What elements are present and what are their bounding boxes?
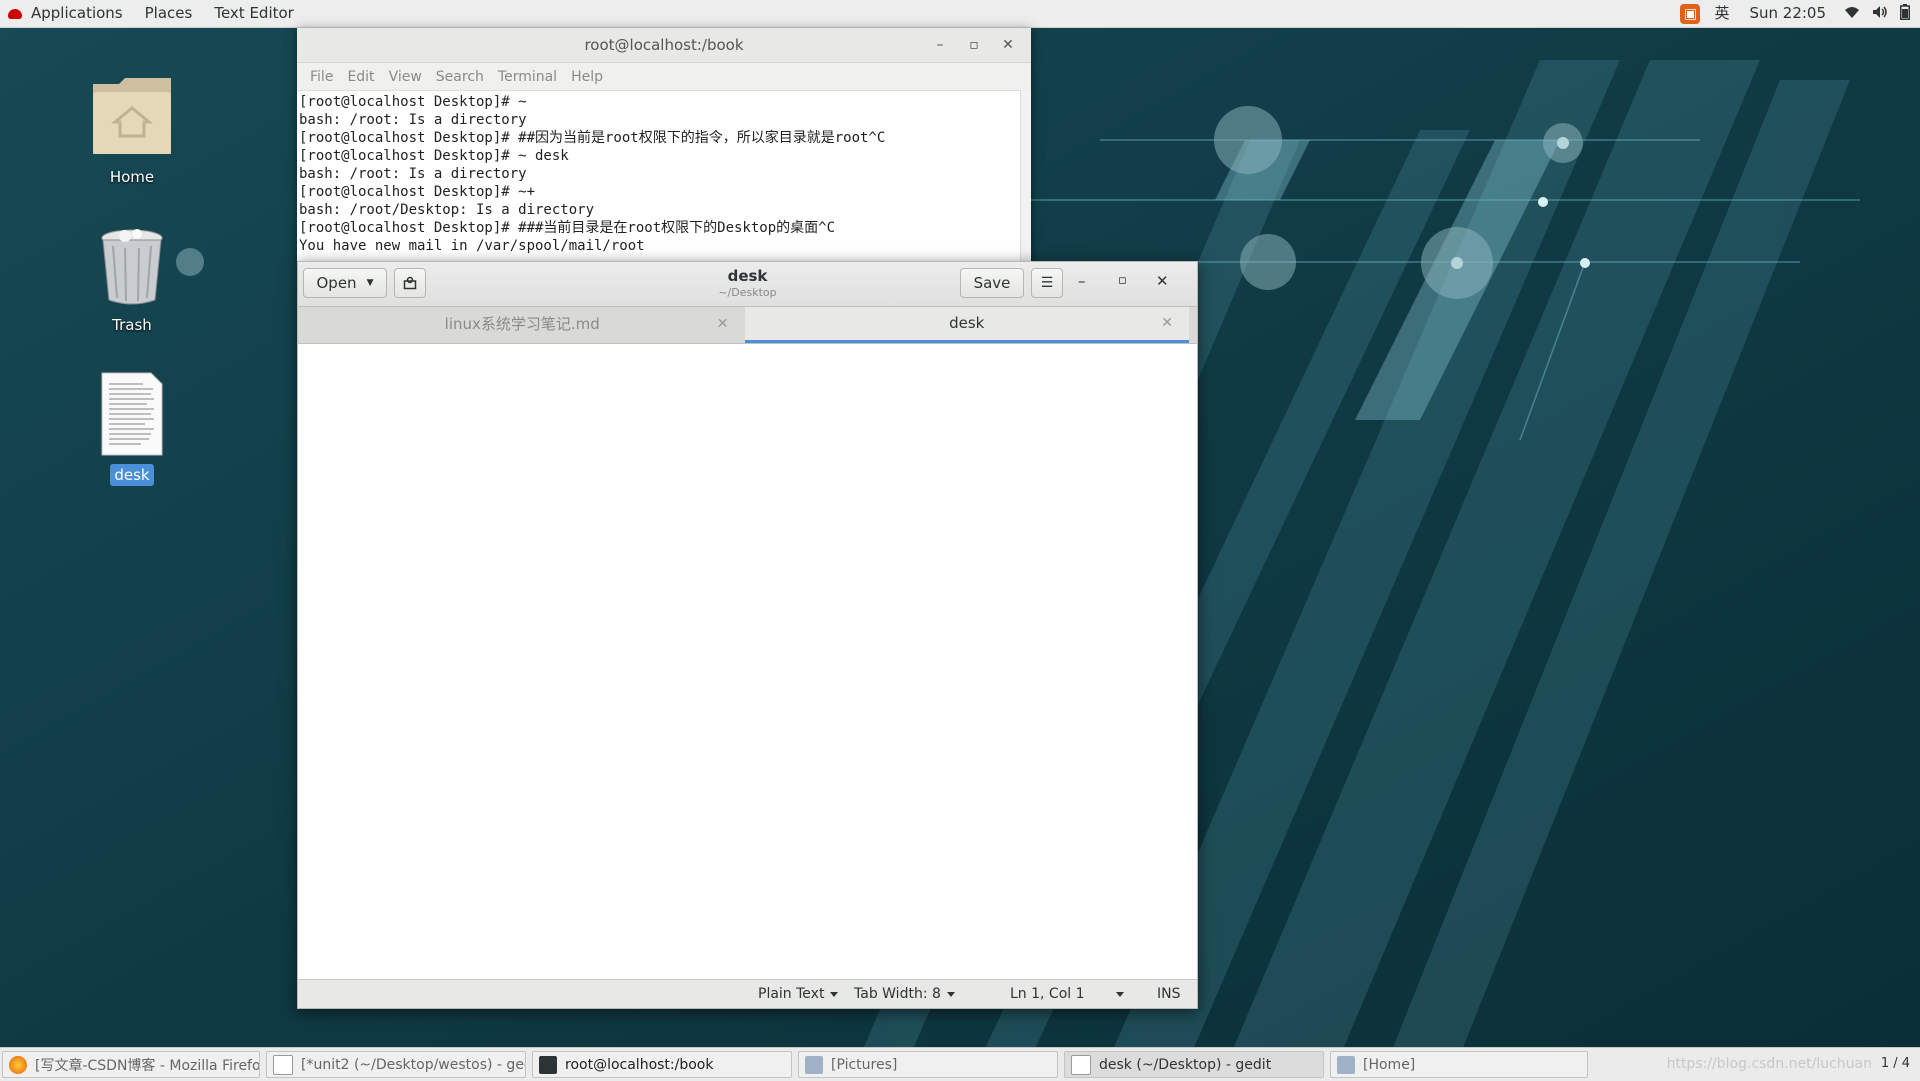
terminal-titlebar[interactable]: root@localhost:/book – ▫ ✕ (297, 28, 1031, 63)
gedit-headerbar[interactable]: Open ▼ desk ~/Desktop Save ☰ – ▫ ✕ (298, 262, 1197, 307)
menu-file[interactable]: File (303, 69, 340, 85)
home-folder-icon (93, 78, 171, 154)
task-firefox[interactable]: [写文章-CSDN博客 - Mozilla Firefox] (2, 1051, 260, 1078)
taskbar: [写文章-CSDN博客 - Mozilla Firefox] [*unit2 (… (0, 1047, 1920, 1081)
task-home[interactable]: [Home] (1330, 1051, 1588, 1078)
cursor-position[interactable]: Ln 1, Col 1 (1010, 986, 1085, 1002)
gedit-statusbar: Plain Text Tab Width: 8 Ln 1, Col 1 INS (298, 979, 1197, 1008)
applications-label: Applications (31, 4, 123, 22)
text-file-icon (101, 372, 163, 456)
input-method-icon[interactable]: ▣ (1680, 3, 1701, 24)
document-tabs: linux系统学习笔记.md ✕ desk ✕ (298, 307, 1197, 344)
gedit-icon (1071, 1054, 1091, 1075)
terminal-line: bash: /root/Desktop: Is a directory (299, 202, 595, 218)
menu-terminal[interactable]: Terminal (491, 69, 564, 85)
terminal-output[interactable]: [root@localhost Desktop]# ~ bash: /root: … (297, 91, 1031, 259)
input-method-indicator[interactable]: 英 (1706, 0, 1737, 27)
hamburger-menu-button[interactable]: ☰ (1031, 268, 1063, 298)
task-label: [写文章-CSDN博客 - Mozilla Firefox] (35, 1057, 260, 1074)
tab-width-selector[interactable]: Tab Width: 8 (854, 986, 955, 1002)
terminal-menubar: File Edit View Search Terminal Help (297, 63, 1031, 91)
volume-icon[interactable] (1872, 5, 1888, 23)
position-menu-button[interactable] (1110, 986, 1124, 1002)
folder-icon (805, 1055, 823, 1074)
task-label: [Home] (1363, 1056, 1416, 1073)
close-icon[interactable]: ✕ (1161, 307, 1173, 339)
close-icon[interactable]: ✕ (1156, 272, 1169, 290)
task-label: desk (~/Desktop) - gedit (1099, 1056, 1272, 1073)
terminal-line: [root@localhost Desktop]# ##因为当前是root权限下… (299, 130, 886, 146)
text-editor-area[interactable] (298, 344, 1197, 977)
clock[interactable]: Sun 22:05 (1737, 0, 1838, 27)
task-label: root@localhost:/book (565, 1056, 714, 1073)
terminal-line: bash: /root: Is a directory (299, 166, 527, 182)
desktop-icon-label: desk (110, 464, 154, 486)
desktop-icon-trash[interactable]: Trash (72, 226, 192, 336)
desktop-icon-label: Trash (112, 316, 152, 334)
terminal-line: [root@localhost Desktop]# ~ (299, 94, 527, 110)
terminal-line: [root@localhost Desktop]# ~+ (299, 184, 536, 200)
open-button[interactable]: Open ▼ (303, 268, 387, 298)
terminal-line: bash: /root: Is a directory (299, 112, 527, 128)
tab-label: desk (949, 314, 985, 332)
minimize-icon[interactable]: – (923, 28, 957, 62)
language-selector[interactable]: Plain Text (758, 986, 838, 1002)
menu-help[interactable]: Help (564, 69, 610, 85)
tab-label: linux系统学习笔记.md (444, 315, 600, 333)
tab-linux-notes[interactable]: linux系统学习笔记.md ✕ (300, 307, 745, 343)
gedit-icon (273, 1054, 293, 1075)
desktop-icon-label: Home (109, 168, 155, 186)
workspace-indicator[interactable]: 1 / 4 (1881, 1056, 1910, 1071)
task-terminal[interactable]: root@localhost:/book (532, 1051, 792, 1078)
watermark-text: https://blog.csdn.net/luchuan (1666, 1056, 1872, 1072)
desktop-icon-home[interactable]: Home (72, 74, 192, 188)
gedit-window[interactable]: Open ▼ desk ~/Desktop Save ☰ – ▫ ✕ linux… (297, 261, 1198, 1009)
open-button-label: Open (316, 274, 357, 292)
wifi-icon[interactable] (1844, 5, 1860, 23)
menu-edit[interactable]: Edit (340, 69, 381, 85)
places-menu[interactable]: Places (134, 0, 204, 27)
chevron-down-icon: ▼ (366, 278, 374, 288)
applications-menu[interactable]: Applications (0, 0, 134, 27)
redhat-logo-icon (8, 8, 22, 19)
minimize-icon[interactable]: – (1078, 272, 1086, 290)
maximize-icon[interactable]: ▫ (1118, 273, 1127, 288)
task-label: [Pictures] (831, 1056, 898, 1073)
terminal-line: [root@localhost Desktop]# ~ desk (299, 148, 569, 164)
top-bar: Applications Places Text Editor ▣ 英 Sun … (0, 0, 1920, 28)
maximize-icon[interactable]: ▫ (957, 28, 991, 62)
trash-icon (101, 229, 163, 305)
folder-icon (1337, 1055, 1355, 1074)
task-gedit-desk[interactable]: desk (~/Desktop) - gedit (1064, 1051, 1324, 1078)
tab-desk[interactable]: desk ✕ (744, 307, 1189, 343)
menu-search[interactable]: Search (429, 69, 491, 85)
task-pictures[interactable]: [Pictures] (798, 1051, 1058, 1078)
battery-icon[interactable] (1900, 3, 1910, 24)
terminal-line: [root@localhost Desktop]# ###当前目录是在root权… (299, 220, 836, 236)
terminal-title: root@localhost:/book (584, 36, 744, 54)
terminal-icon (539, 1055, 557, 1074)
desktop-icon-desk[interactable]: desk (72, 372, 192, 486)
terminal-line: You have new mail in /var/spool/mail/roo… (299, 238, 645, 254)
save-button[interactable]: Save (960, 268, 1024, 298)
close-icon[interactable]: ✕ (991, 28, 1025, 62)
insert-mode-indicator: INS (1157, 986, 1181, 1002)
task-gedit-unit2[interactable]: [*unit2 (~/Desktop/westos) - gedit] (266, 1051, 526, 1078)
menu-view[interactable]: View (382, 69, 429, 85)
new-document-icon (403, 276, 417, 290)
close-icon[interactable]: ✕ (717, 307, 729, 341)
terminal-scrollbar[interactable] (1020, 90, 1031, 264)
text-editor-app-menu[interactable]: Text Editor (203, 0, 305, 27)
task-label: [*unit2 (~/Desktop/westos) - gedit] (301, 1056, 526, 1073)
hamburger-menu-icon: ☰ (1040, 275, 1054, 291)
terminal-window[interactable]: root@localhost:/book – ▫ ✕ File Edit Vie… (297, 28, 1031, 264)
new-tab-button[interactable] (394, 268, 426, 298)
firefox-icon (9, 1055, 27, 1074)
